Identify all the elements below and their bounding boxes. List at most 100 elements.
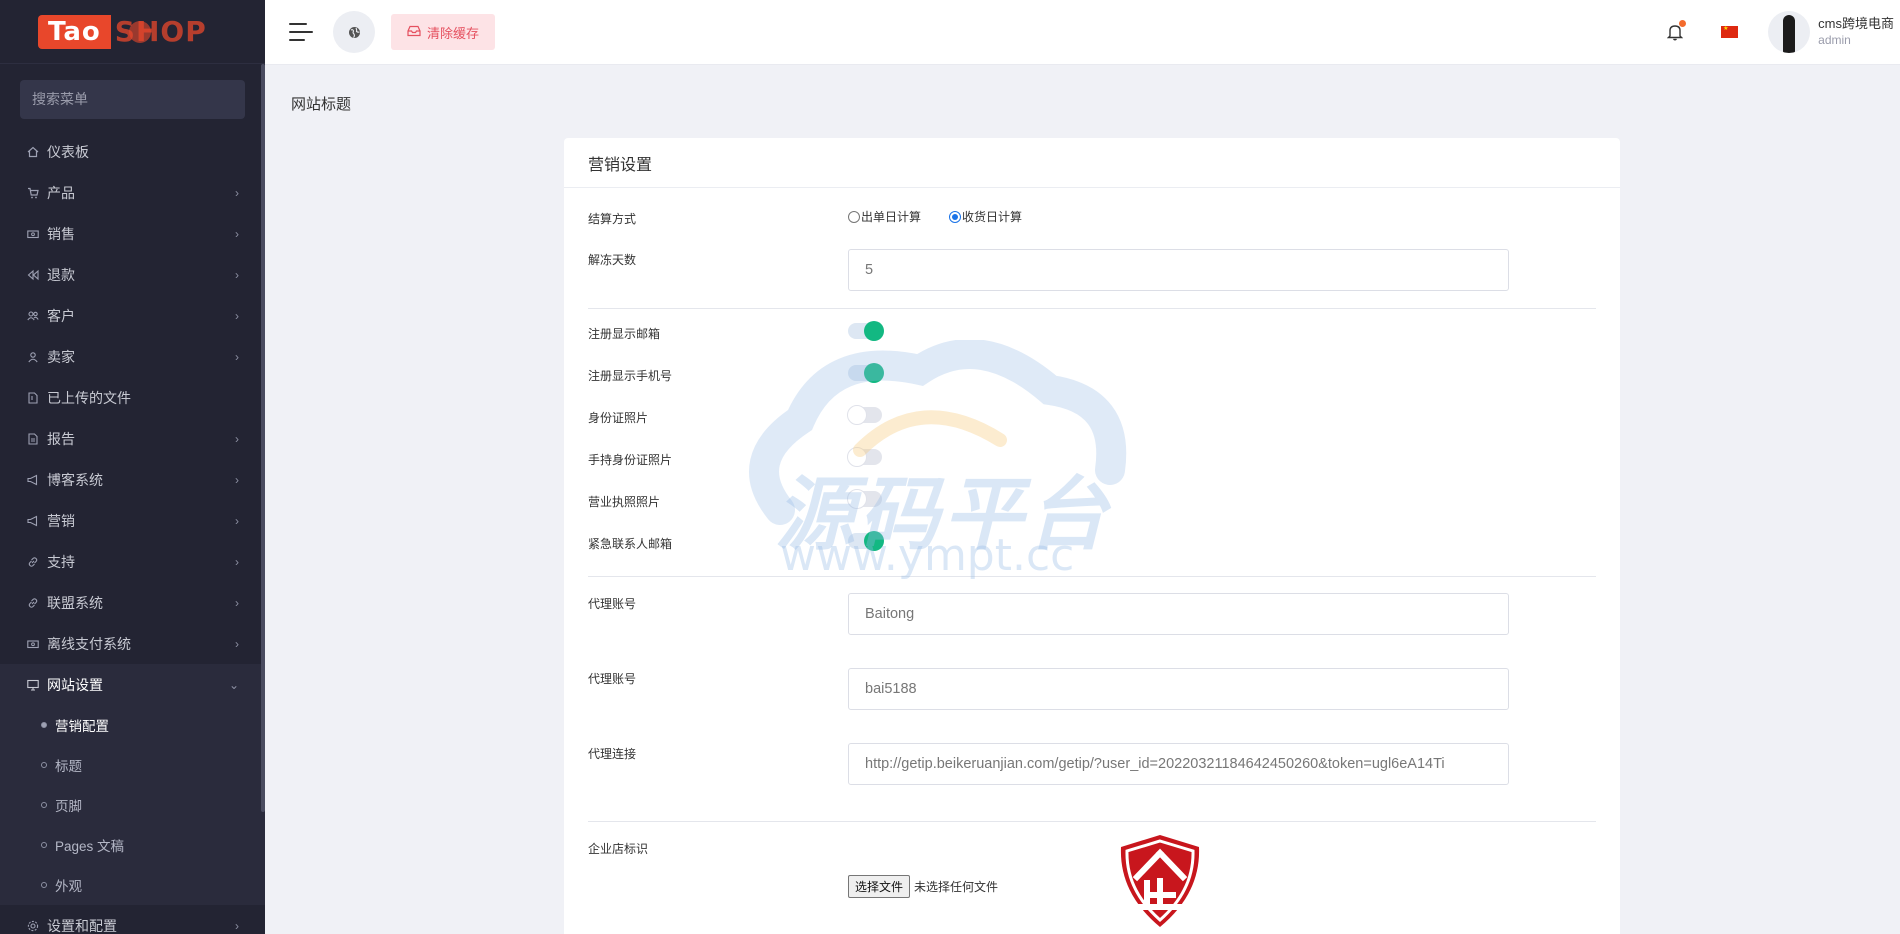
sidebar-item-label: 离线支付系统 bbox=[47, 635, 131, 652]
agent-account-input-1[interactable]: Baitong bbox=[848, 593, 1509, 635]
radio-circle-selected[interactable] bbox=[949, 210, 962, 223]
chevron-right-icon: › bbox=[235, 349, 239, 364]
toggle-label: 手持身份证照片 bbox=[588, 453, 673, 467]
radio-circle[interactable] bbox=[848, 210, 860, 223]
marketing-settings-card: 营销设置 结算方式 出单日计算 收货日计算 解冻天数 5 注册显示邮箱 注册显示… bbox=[564, 138, 1620, 934]
toggle-label: 紧急联系人邮箱 bbox=[588, 537, 673, 551]
toggle-row-business-license: 营业执照照片 bbox=[588, 489, 1596, 509]
register-phone-toggle[interactable] bbox=[848, 363, 884, 383]
sidebar-subitem-title[interactable]: 标题 bbox=[0, 745, 265, 785]
toggle-knob bbox=[847, 489, 867, 509]
toggle-knob bbox=[847, 405, 867, 425]
id-photo-toggle[interactable] bbox=[847, 405, 882, 425]
china-flag-icon[interactable] bbox=[1721, 26, 1739, 38]
notifications-button[interactable] bbox=[1663, 20, 1687, 44]
choose-file-button[interactable]: 选择文件 bbox=[848, 875, 911, 898]
sidebar-item-blog[interactable]: 博客系统 › bbox=[0, 459, 265, 500]
sidebar-item-offline-payment[interactable]: 离线支付系统 › bbox=[0, 623, 265, 664]
sidebar-item-label: 销售 bbox=[47, 225, 75, 242]
menu-search-input[interactable]: 搜索菜单 bbox=[20, 80, 245, 119]
megaphone-icon bbox=[26, 514, 40, 528]
logo-area[interactable]: Tao SHOP bbox=[0, 0, 265, 64]
sidebar-item-website-settings[interactable]: 网站设置 ⌄ bbox=[0, 664, 265, 705]
chevron-right-icon: › bbox=[235, 918, 239, 933]
sidebar-item-refunds[interactable]: 退款 › bbox=[0, 254, 265, 295]
agent-link-input[interactable]: http://getip.beikeruanjian.com/getip/?us… bbox=[848, 743, 1509, 785]
chevron-right-icon: › bbox=[235, 636, 239, 651]
logo-cart-icon bbox=[128, 20, 151, 43]
sidebar-item-sales[interactable]: 销售 › bbox=[0, 213, 265, 254]
sidebar-subitem-marketing-config[interactable]: 营销配置 bbox=[0, 705, 265, 745]
user-info[interactable]: cms跨境电商 admin bbox=[1818, 15, 1894, 49]
bullet-icon bbox=[41, 722, 47, 728]
sidebar-item-label: 退款 bbox=[47, 266, 75, 283]
sidebar-item-support[interactable]: 支持 › bbox=[0, 541, 265, 582]
chevron-right-icon: › bbox=[235, 308, 239, 323]
logo[interactable]: Tao SHOP bbox=[38, 13, 207, 51]
money-icon bbox=[26, 637, 40, 651]
sidebar-item-affiliate[interactable]: 联盟系统 › bbox=[0, 582, 265, 623]
sidebar-item-label: 卖家 bbox=[47, 348, 75, 365]
chevron-right-icon: › bbox=[235, 472, 239, 487]
chevron-right-icon: › bbox=[235, 267, 239, 282]
website-settings-submenu: 营销配置 标题 页脚 Pages 文稿 外观 bbox=[0, 705, 265, 905]
sidebar-item-label: 网站设置 bbox=[47, 676, 103, 693]
sidebar-subitem-footer[interactable]: 页脚 bbox=[0, 785, 265, 825]
sidebar-item-settings-config[interactable]: 设置和配置 › bbox=[0, 905, 265, 934]
emergency-email-toggle[interactable] bbox=[848, 531, 884, 551]
unfreeze-days-input[interactable]: 5 bbox=[848, 249, 1509, 291]
sidebar-scrollbar[interactable] bbox=[261, 64, 265, 812]
chevron-right-icon: › bbox=[235, 554, 239, 569]
chevron-right-icon: › bbox=[235, 595, 239, 610]
sidebar-subitem-label: 营销配置 bbox=[55, 719, 109, 734]
chevron-right-icon: › bbox=[235, 185, 239, 200]
chevron-down-icon: ⌄ bbox=[228, 677, 239, 692]
inbox-icon bbox=[407, 25, 421, 40]
user-icon bbox=[26, 350, 40, 364]
sidebar-item-marketing[interactable]: 营销 › bbox=[0, 500, 265, 541]
sidebar-item-reports[interactable]: 报告 › bbox=[0, 418, 265, 459]
agent-account-input-2[interactable]: bai5188 bbox=[848, 668, 1509, 710]
menu-toggle-icon[interactable] bbox=[289, 21, 315, 43]
radio-receipt-date[interactable]: 收货日计算 bbox=[949, 208, 1022, 225]
logo-text-shop: SHOP bbox=[114, 15, 207, 48]
sidebar-item-label: 客户 bbox=[47, 307, 75, 324]
divider bbox=[588, 821, 1596, 822]
business-license-toggle[interactable] bbox=[847, 489, 882, 509]
toggle-row-email: 注册显示邮箱 bbox=[588, 321, 1596, 341]
sidebar-subitem-pages[interactable]: Pages 文稿 bbox=[0, 825, 265, 865]
hand-id-photo-toggle[interactable] bbox=[847, 447, 882, 467]
megaphone-icon bbox=[26, 473, 40, 487]
link-icon bbox=[26, 555, 40, 569]
register-email-toggle[interactable] bbox=[848, 321, 884, 341]
store-logo-label: 企业店标识 bbox=[588, 842, 649, 856]
top-header: 清除缓存 cms跨境电商 admin bbox=[265, 0, 1900, 65]
notification-badge bbox=[1679, 20, 1687, 27]
card-title: 营销设置 bbox=[564, 138, 1620, 188]
sidebar-item-customers[interactable]: 客户 › bbox=[0, 295, 265, 336]
toggle-row-emergency-email: 紧急联系人邮箱 bbox=[588, 531, 1596, 551]
header-right: cms跨境电商 admin bbox=[1663, 0, 1900, 65]
sidebar-item-products[interactable]: 产品 › bbox=[0, 172, 265, 213]
sidebar-item-label: 营销 bbox=[47, 512, 75, 529]
sidebar-item-dashboard[interactable]: 仪表板 bbox=[0, 131, 265, 172]
user-name: cms跨境电商 bbox=[1818, 16, 1894, 31]
sidebar-subitem-appearance[interactable]: 外观 bbox=[0, 865, 265, 905]
sidebar-subitem-label: 标题 bbox=[55, 759, 82, 774]
bullet-icon bbox=[41, 762, 47, 768]
chevron-right-icon: › bbox=[235, 513, 239, 528]
toggle-label: 营业执照照片 bbox=[588, 495, 661, 509]
sidebar-item-uploaded-files[interactable]: 已上传的文件 bbox=[0, 377, 265, 418]
avatar[interactable] bbox=[1768, 11, 1811, 53]
globe-button[interactable] bbox=[333, 11, 375, 53]
store-logo-image bbox=[1120, 835, 1200, 927]
toggle-knob bbox=[864, 321, 884, 341]
rewind-icon bbox=[26, 268, 40, 282]
folder-icon bbox=[26, 391, 40, 405]
clear-cache-button[interactable]: 清除缓存 bbox=[391, 14, 496, 50]
bullet-icon bbox=[41, 802, 47, 808]
radio-order-date[interactable]: 出单日计算 bbox=[848, 208, 921, 225]
toggle-label: 身份证照片 bbox=[588, 411, 649, 425]
sidebar-item-sellers[interactable]: 卖家 › bbox=[0, 336, 265, 377]
agent-account-label: 代理账号 bbox=[588, 672, 637, 686]
